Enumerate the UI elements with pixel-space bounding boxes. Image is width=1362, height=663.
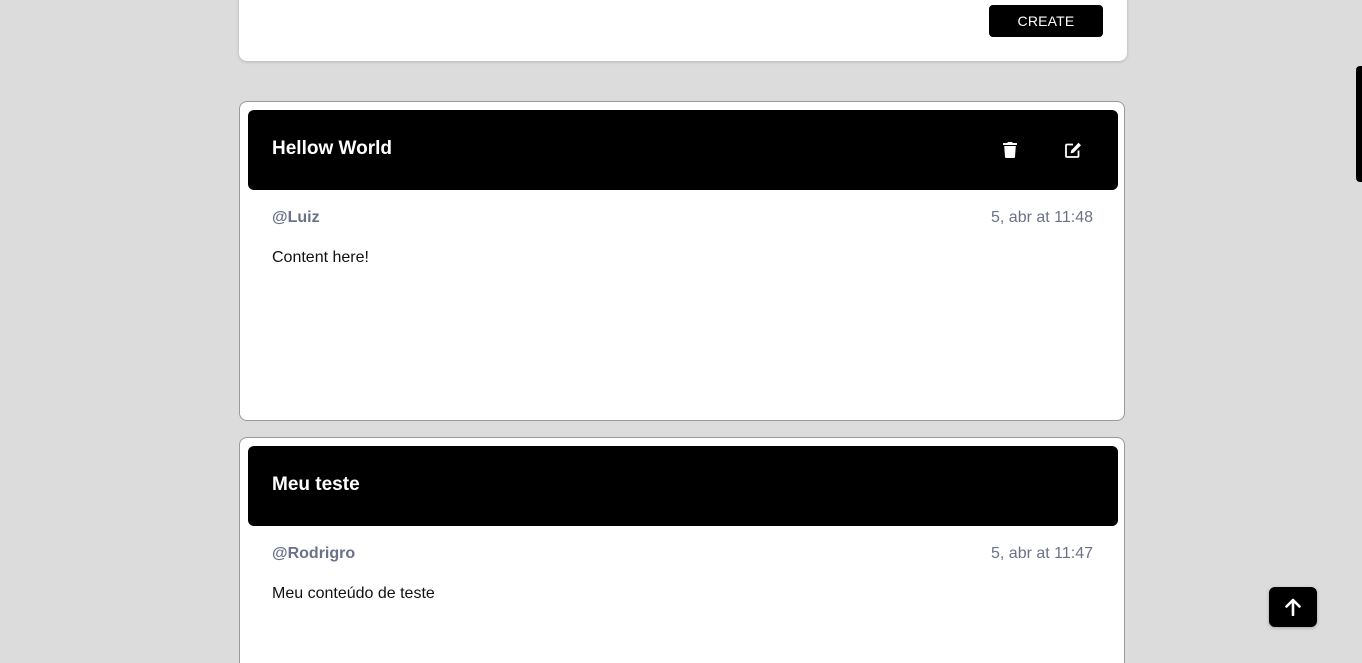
trash-icon (1003, 142, 1017, 158)
post-title: Hellow World (272, 138, 392, 159)
post-date: 5, abr at 11:47 (991, 545, 1093, 562)
side-drawer-tab[interactable] (1356, 66, 1362, 182)
create-post-card: CREATE (239, 0, 1127, 61)
create-button[interactable]: CREATE (989, 5, 1103, 37)
post-card: Meu teste @Rodrigro 5, abr at 11:47 Meu … (239, 437, 1125, 663)
post-content: Meu conteúdo de teste (272, 585, 435, 602)
delete-button[interactable] (998, 138, 1022, 162)
post-title: Meu teste (272, 474, 360, 495)
edit-button[interactable] (1061, 138, 1085, 162)
post-header: Meu teste (248, 446, 1118, 526)
post-author[interactable]: @Rodrigro (272, 545, 355, 563)
post-header: Hellow World (248, 110, 1118, 190)
post-author[interactable]: @Luiz (272, 209, 320, 227)
arrow-up-icon (1285, 598, 1301, 616)
post-date: 5, abr at 11:48 (991, 209, 1093, 226)
page: CREATE Hellow World @Luiz 5, abr at 11:4… (0, 0, 1362, 663)
edit-icon (1064, 142, 1081, 158)
scroll-to-top-button[interactable] (1269, 587, 1317, 627)
post-card: Hellow World @Luiz 5, abr at 11:48 Conte… (239, 101, 1125, 421)
post-content: Content here! (272, 249, 369, 266)
